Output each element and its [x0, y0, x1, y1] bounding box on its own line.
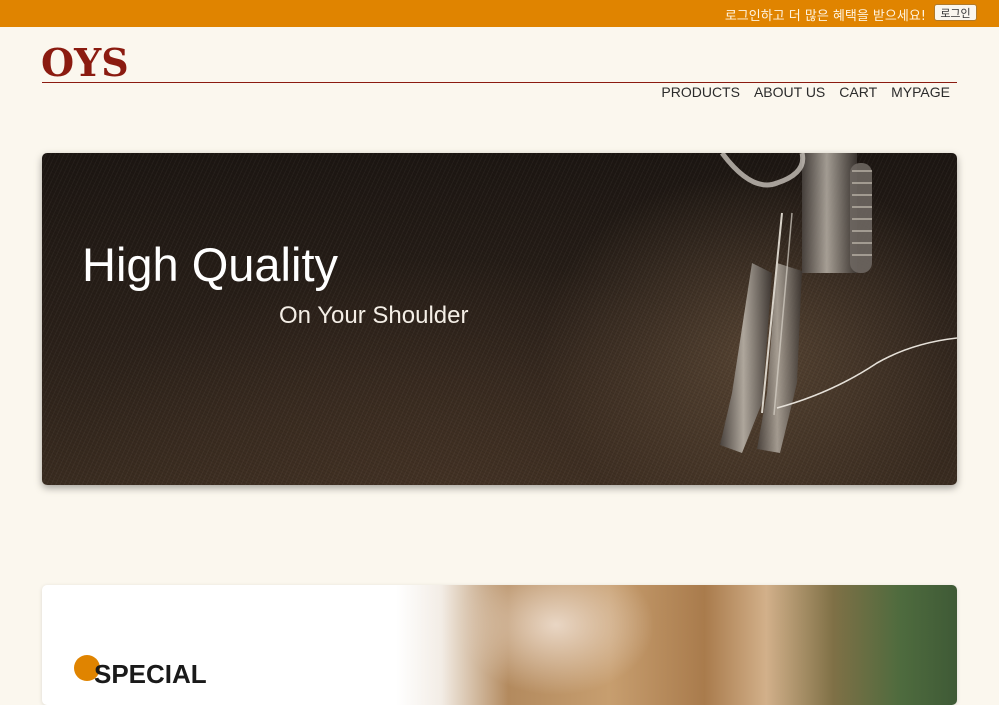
login-button[interactable]: 로그인 — [934, 4, 977, 21]
login-promo-text: 로그인하고 더 많은 혜택을 받으세요! — [724, 9, 926, 24]
top-banner: 로그인하고 더 많은 혜택을 받으세요! 로그인 — [0, 0, 999, 27]
section-title: SPECIAL — [94, 659, 207, 689]
hero-banner: High Quality On Your Shoulder — [42, 153, 957, 485]
nav-item-products[interactable]: PRODUCTS — [661, 83, 740, 101]
nav-item-cart[interactable]: CART — [839, 83, 877, 101]
hero-subtitle: On Your Shoulder — [279, 302, 469, 329]
model-photo — [396, 585, 957, 705]
brand-logo[interactable]: OYS — [41, 40, 129, 86]
main-nav: PRODUCTS ABOUT US CART MYPAGE — [661, 83, 950, 101]
nav-item-mypage[interactable]: MYPAGE — [891, 83, 950, 101]
sewing-machine-image — [720, 153, 957, 453]
nav-item-about-us[interactable]: ABOUT US — [754, 83, 825, 101]
hero-title: High Quality — [82, 238, 338, 291]
special-section-card: SPECIAL — [42, 585, 957, 705]
